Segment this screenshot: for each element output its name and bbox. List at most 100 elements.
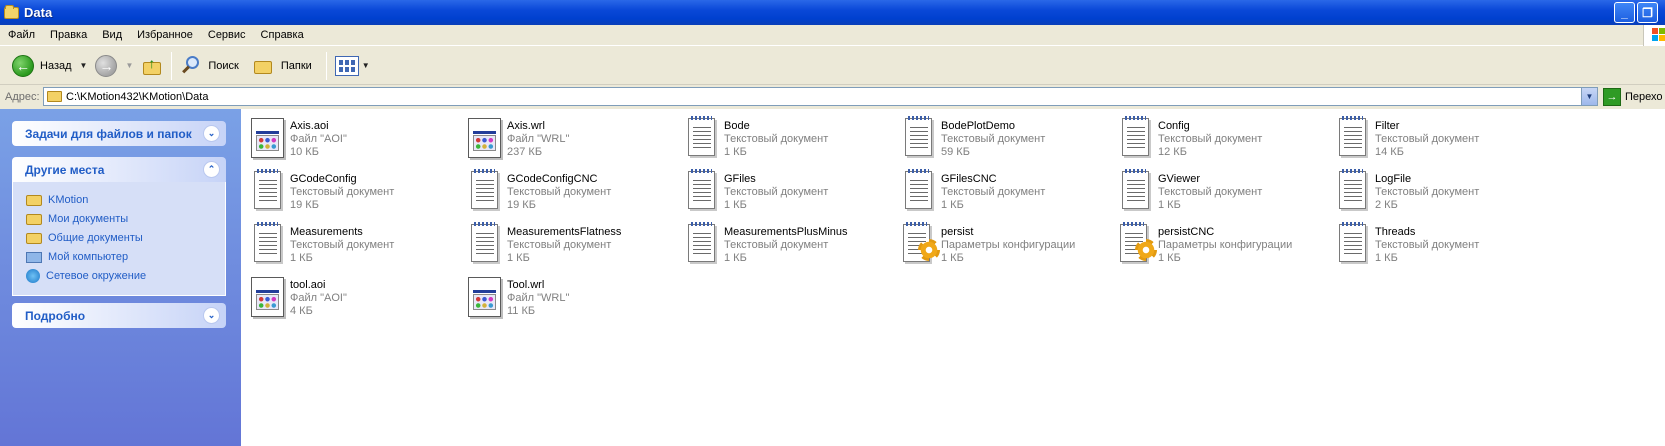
text-document-icon xyxy=(246,168,286,214)
place-item-my-documents[interactable]: Мои документы xyxy=(26,209,225,228)
folder-icon xyxy=(47,91,62,102)
place-item-shared-documents[interactable]: Общие документы xyxy=(26,228,225,247)
file-type: Файл "AOI" xyxy=(290,292,347,304)
places-panel: Другие места ⌃ KMotion Мои документы Общ… xyxy=(12,157,226,296)
file-item[interactable]: Bode Текстовый документ 1 КБ xyxy=(680,115,885,167)
file-item[interactable]: Config Текстовый документ 12 КБ xyxy=(1114,115,1319,167)
address-field[interactable]: C:\KMotion432\KMotion\Data ▼ xyxy=(43,87,1598,106)
file-type: Файл "WRL" xyxy=(507,133,570,145)
file-type: Параметры конфигурации xyxy=(941,239,1076,251)
place-item-network[interactable]: Сетевое окружение xyxy=(26,266,225,285)
restore-button[interactable]: ❐ xyxy=(1637,2,1658,23)
place-label: KMotion xyxy=(48,193,89,206)
file-size: 1 КБ xyxy=(507,252,530,264)
place-item-my-computer[interactable]: Мой компьютер xyxy=(26,247,225,266)
toolbar-separator xyxy=(325,51,327,80)
file-item[interactable]: Axis.aoi Файл "AOI" 10 КБ xyxy=(246,115,451,167)
title-bar: Data _ ❐ xyxy=(0,0,1665,25)
minimize-button[interactable]: _ xyxy=(1614,2,1635,23)
text-document-icon xyxy=(1114,115,1154,161)
folder-icon xyxy=(4,4,19,19)
address-bar: Адрес: C:\KMotion432\KMotion\Data ▼ → Пе… xyxy=(0,86,1665,108)
file-name: persistCNC xyxy=(1158,226,1215,238)
forward-dropdown-icon[interactable]: ▼ xyxy=(125,61,133,70)
chevron-down-icon[interactable]: ⌄ xyxy=(203,125,220,142)
file-item[interactable]: LogFile Текстовый документ 2 КБ xyxy=(1331,168,1536,220)
wrl-file-icon xyxy=(463,115,503,161)
file-name: LogFile xyxy=(1375,173,1412,185)
file-type: Текстовый документ xyxy=(290,186,395,198)
menu-favorites[interactable]: Избранное xyxy=(130,29,201,41)
views-button[interactable]: ▼ xyxy=(331,50,374,82)
menu-tools[interactable]: Сервис xyxy=(201,29,254,41)
file-item[interactable]: GFilesCNC Текстовый документ 1 КБ xyxy=(897,168,1102,220)
folders-label: Папки xyxy=(280,59,312,72)
file-info: Threads Текстовый документ 1 КБ xyxy=(1375,226,1479,265)
file-item[interactable]: tool.aoi Файл "AOI" 4 КБ xyxy=(246,274,451,326)
file-info: GCodeConfig Текстовый документ 19 КБ xyxy=(290,173,394,212)
file-item[interactable]: Filter Текстовый документ 14 КБ xyxy=(1331,115,1536,167)
search-button[interactable]: Поиск xyxy=(176,50,242,82)
file-size: 1 КБ xyxy=(724,146,747,158)
search-icon xyxy=(180,55,202,77)
file-size: 19 КБ xyxy=(290,199,319,211)
file-size: 14 КБ xyxy=(1375,146,1404,158)
file-item[interactable]: Tool.wrl Файл "WRL" 11 КБ xyxy=(463,274,668,326)
file-item[interactable]: MeasurementsPlusMinus Текстовый документ 1… xyxy=(680,221,885,273)
file-view: Axis.aoi Файл "AOI" 10 КБ Axis.wrl Файл "WRL… xyxy=(241,109,1665,446)
address-dropdown-icon[interactable]: ▼ xyxy=(1581,88,1597,105)
menu-help[interactable]: Справка xyxy=(254,29,312,41)
file-item[interactable]: BodePlotDemo Текстовый документ 59 КБ xyxy=(897,115,1102,167)
place-item-kmotion[interactable]: KMotion xyxy=(26,190,225,209)
menu-edit[interactable]: Правка xyxy=(43,29,95,41)
file-size: 1 КБ xyxy=(941,199,964,211)
file-item[interactable]: Axis.wrl Файл "WRL" 237 КБ xyxy=(463,115,668,167)
file-info: persistCNC Параметры конфигурации 1 КБ xyxy=(1158,226,1292,265)
file-info: GViewer Текстовый документ 1 КБ xyxy=(1158,173,1262,212)
file-item[interactable]: GCodeConfig Текстовый документ 19 КБ xyxy=(246,168,451,220)
file-name: GFiles xyxy=(724,173,756,185)
places-panel-header[interactable]: Другие места ⌃ xyxy=(12,157,226,182)
file-size: 1 КБ xyxy=(1375,252,1398,264)
folders-button[interactable]: Папки xyxy=(249,50,316,82)
file-item[interactable]: GCodeConfigCNC Текстовый документ 19 КБ xyxy=(463,168,668,220)
file-item[interactable]: GFiles Текстовый документ 1 КБ xyxy=(680,168,885,220)
back-dropdown-icon[interactable]: ▼ xyxy=(80,61,88,70)
details-panel-header[interactable]: Подробно ⌄ xyxy=(12,303,226,328)
forward-button[interactable]: → ▼ xyxy=(91,50,137,82)
file-info: tool.aoi Файл "AOI" 4 КБ xyxy=(290,279,347,318)
folders-icon xyxy=(253,55,275,77)
back-button[interactable]: ← Назад ▼ xyxy=(8,50,91,82)
tasks-panel-header[interactable]: Задачи для файлов и папок ⌄ xyxy=(12,121,226,146)
file-item[interactable]: MeasurementsFlatness Текстовый документ 1 … xyxy=(463,221,668,273)
chevron-down-icon[interactable]: ⌄ xyxy=(203,307,220,324)
task-pane: Задачи для файлов и папок ⌄ Другие места… xyxy=(0,109,241,446)
menu-file[interactable]: Файл xyxy=(0,29,43,41)
file-item[interactable]: persist Параметры конфигурации 1 КБ xyxy=(897,221,1102,273)
file-item[interactable]: Measurements Текстовый документ 1 КБ xyxy=(246,221,451,273)
file-type: Параметры конфигурации xyxy=(1158,239,1293,251)
file-item[interactable]: persistCNC Параметры конфигурации 1 КБ xyxy=(1114,221,1319,273)
file-item[interactable]: Threads Текстовый документ 1 КБ xyxy=(1331,221,1536,273)
views-dropdown-icon[interactable]: ▼ xyxy=(362,61,370,70)
go-button[interactable]: → Перехо xyxy=(1603,88,1663,106)
up-button[interactable]: ↑ xyxy=(137,50,167,82)
place-label: Общие документы xyxy=(48,231,143,244)
toolbar-separator xyxy=(171,51,173,80)
file-size: 12 КБ xyxy=(1158,146,1187,158)
address-label: Адрес: xyxy=(5,91,40,103)
file-name: persist xyxy=(941,226,974,238)
text-document-icon xyxy=(897,168,937,214)
address-path[interactable]: C:\KMotion432\KMotion\Data xyxy=(66,91,208,103)
file-name: Config xyxy=(1158,120,1190,132)
file-size: 1 КБ xyxy=(941,252,964,264)
chevron-up-icon[interactable]: ⌃ xyxy=(203,161,220,178)
file-item[interactable]: GViewer Текстовый документ 1 КБ xyxy=(1114,168,1319,220)
file-type: Текстовый документ xyxy=(1158,186,1263,198)
place-label: Мои документы xyxy=(48,212,129,225)
file-name: Axis.wrl xyxy=(507,120,545,132)
menu-view[interactable]: Вид xyxy=(95,29,130,41)
details-panel: Подробно ⌄ xyxy=(12,303,226,328)
file-size: 1 КБ xyxy=(1158,252,1181,264)
text-document-icon xyxy=(1331,168,1371,214)
